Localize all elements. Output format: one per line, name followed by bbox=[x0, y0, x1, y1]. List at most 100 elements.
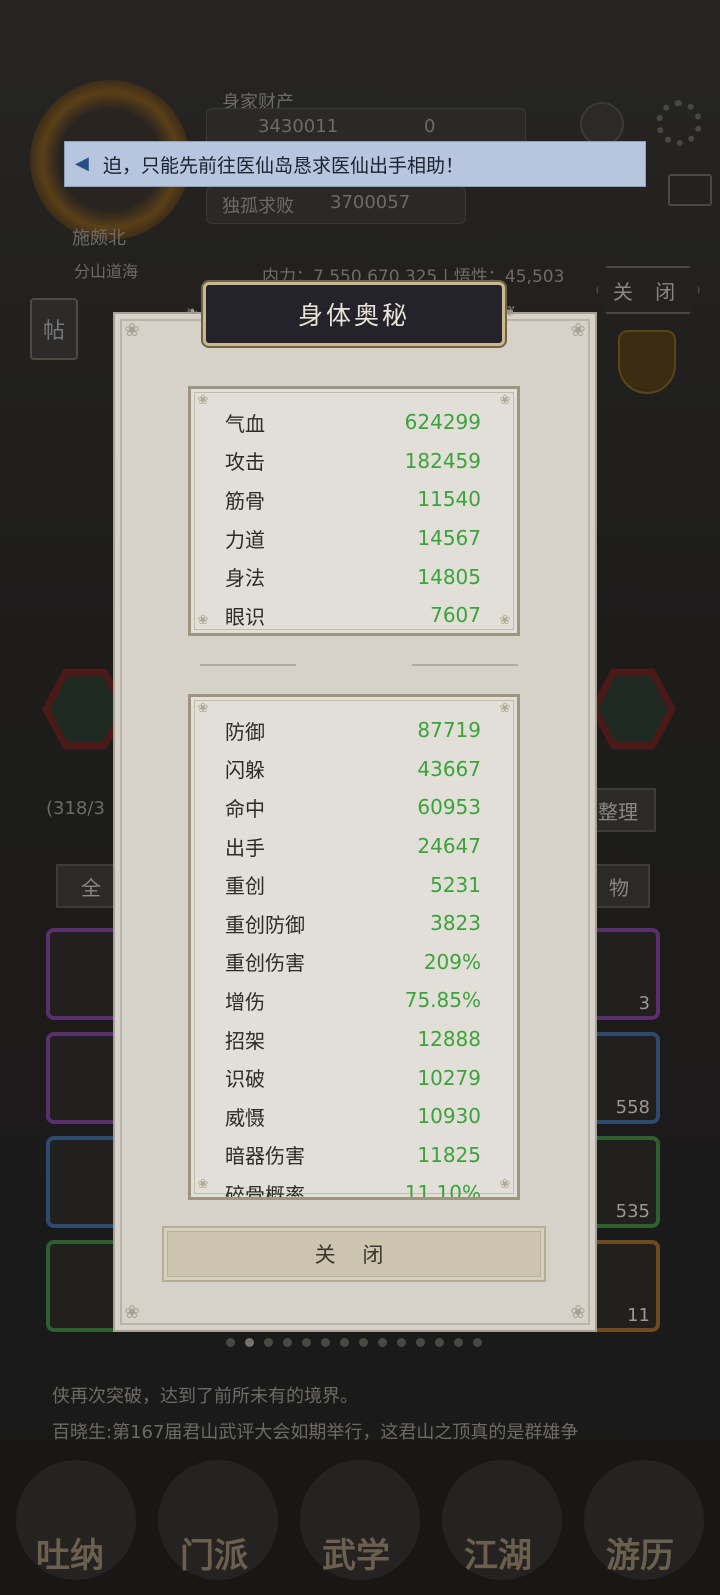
stat-label: 暗器伤害 bbox=[225, 1144, 305, 1169]
mail-icon[interactable] bbox=[668, 174, 712, 206]
tab-items[interactable]: 物 bbox=[588, 864, 650, 908]
stat-row-hp: 气血 624299 bbox=[225, 403, 481, 442]
stat-row-crit: 重创 5231 bbox=[225, 865, 481, 904]
stat-value: 624299 bbox=[404, 410, 481, 435]
corner-ornament: ❀ bbox=[570, 1302, 586, 1323]
nav-label: 游历 bbox=[606, 1536, 674, 1576]
corner-ornament: ❀ bbox=[197, 1177, 209, 1192]
stat-value: 60953 bbox=[417, 795, 481, 820]
slot-count: 558 bbox=[615, 1097, 650, 1118]
stat-row-damage-bonus: 增伤 75.85% bbox=[225, 981, 481, 1020]
stat-row-insight: 眼识 7607 bbox=[225, 596, 481, 633]
stat-value: 87719 bbox=[417, 718, 481, 743]
stat-value: 75.85% bbox=[404, 988, 481, 1013]
stat-value: 10930 bbox=[417, 1104, 481, 1129]
amulet-icon[interactable] bbox=[618, 330, 676, 394]
corner-ornament: ❀ bbox=[570, 320, 586, 341]
stat-label: 识破 bbox=[225, 1067, 265, 1092]
slot-count: 11 bbox=[627, 1305, 650, 1326]
coin-count: 3430011 bbox=[258, 116, 339, 137]
close-button[interactable]: 关 闭 bbox=[162, 1226, 546, 1282]
player-name: 施颇北 bbox=[72, 228, 126, 249]
stat-row-dodge: 闪躲 43667 bbox=[225, 750, 481, 789]
stat-label: 碎骨概率 bbox=[225, 1182, 305, 1200]
stat-label: 筋骨 bbox=[225, 488, 265, 513]
advanced-stats-panel[interactable]: ❀ ❀ ❀ ❀ 防御 87719 闪躲 43667 命中 60953 出手 24647 … bbox=[188, 694, 520, 1200]
corner-ornament: ❀ bbox=[499, 701, 511, 716]
stat-value: 14567 bbox=[417, 526, 481, 551]
taiji-icon[interactable] bbox=[580, 102, 624, 146]
stat-row-bone-break: 碎骨概率 11.10% bbox=[225, 1174, 481, 1200]
ranking-score: 3700057 bbox=[330, 192, 411, 213]
stat-label: 重创 bbox=[225, 874, 265, 899]
stat-value: 14805 bbox=[417, 564, 481, 589]
corner-ornament: ❀ bbox=[499, 1177, 511, 1192]
gear-icon[interactable] bbox=[656, 100, 702, 146]
stat-row-agility: 身法 14805 bbox=[225, 557, 481, 596]
stat-label: 命中 bbox=[225, 796, 265, 821]
page-indicator bbox=[226, 1338, 482, 1347]
stat-row-speed: 出手 24647 bbox=[225, 827, 481, 866]
stat-value: 209% bbox=[423, 949, 481, 974]
corner-ornament: ❀ bbox=[499, 613, 511, 628]
megaphone-icon: ◀ bbox=[75, 153, 89, 174]
corner-ornament: ❀ bbox=[124, 320, 140, 341]
ticket-count: 0 bbox=[424, 116, 436, 137]
slot-count: 535 bbox=[615, 1201, 650, 1222]
stat-label: 眼识 bbox=[225, 604, 265, 629]
stat-label: 增伤 bbox=[225, 989, 265, 1014]
dialog-title: 身体奥秘 bbox=[203, 282, 505, 346]
stat-label: 攻击 bbox=[225, 450, 265, 475]
stat-label: 力道 bbox=[225, 527, 265, 552]
stat-row-defense: 防御 87719 bbox=[225, 711, 481, 750]
stat-label: 威慑 bbox=[225, 1105, 265, 1130]
basic-stats-panel: ❀ ❀ ❀ ❀ 气血 624299 攻击 182459 筋骨 11540 力道 1456… bbox=[188, 386, 520, 636]
stat-label: 重创伤害 bbox=[225, 951, 305, 976]
corner-ornament: ❀ bbox=[124, 1302, 140, 1323]
sect-tag: 分山道海 bbox=[74, 262, 139, 281]
log-line: 侠再次突破，达到了前所未有的境界。 bbox=[52, 1386, 358, 1407]
stat-value: 11540 bbox=[417, 487, 481, 512]
background-close-button[interactable]: 关 闭 bbox=[596, 266, 700, 314]
stat-value: 3823 bbox=[430, 911, 481, 936]
stat-value: 10279 bbox=[417, 1065, 481, 1090]
stat-row-intimidate: 威慑 10930 bbox=[225, 1097, 481, 1136]
stat-label: 招架 bbox=[225, 1028, 265, 1053]
nav-label: 武学 bbox=[322, 1536, 390, 1576]
stat-label: 出手 bbox=[225, 835, 265, 860]
stat-value: 11.10% bbox=[404, 1181, 481, 1200]
stat-value: 24647 bbox=[417, 834, 481, 859]
notice-banner: ◀ 迫，只能先前往医仙岛恳求医仙出手相助！ bbox=[64, 141, 646, 187]
nav-label: 门派 bbox=[180, 1536, 248, 1576]
bag-count: (318/3 bbox=[46, 798, 105, 819]
stat-value: 11825 bbox=[417, 1142, 481, 1167]
stat-label: 闪躲 bbox=[225, 758, 265, 783]
nav-label: 江湖 bbox=[464, 1536, 532, 1576]
stat-row-strength: 力道 14567 bbox=[225, 519, 481, 558]
stat-row-bone: 筋骨 11540 bbox=[225, 480, 481, 519]
stat-row-attack: 攻击 182459 bbox=[225, 442, 481, 481]
stat-label: 气血 bbox=[225, 411, 265, 436]
slot-count: 3 bbox=[638, 993, 650, 1014]
title-ornament-right: ❦ bbox=[504, 304, 516, 320]
stat-row-crit-damage: 重创伤害 209% bbox=[225, 943, 481, 982]
stat-value: 5231 bbox=[430, 872, 481, 897]
corner-ornament: ❀ bbox=[197, 613, 209, 628]
notice-text: 迫，只能先前往医仙岛恳求医仙出手相助！ bbox=[103, 154, 465, 177]
stat-row-hit: 命中 60953 bbox=[225, 788, 481, 827]
tie-badge-button[interactable]: 帖 bbox=[30, 298, 78, 360]
stat-value: 12888 bbox=[417, 1027, 481, 1052]
stat-label: 防御 bbox=[225, 719, 265, 744]
stat-value: 182459 bbox=[404, 448, 481, 473]
stat-row-parry: 招架 12888 bbox=[225, 1020, 481, 1059]
ranking-name: 独孤求败 bbox=[222, 196, 294, 217]
stat-value: 7607 bbox=[430, 603, 481, 628]
corner-ornament: ❀ bbox=[197, 701, 209, 716]
stat-label: 重创防御 bbox=[225, 912, 305, 937]
stat-row-hidden-weapon: 暗器伤害 11825 bbox=[225, 1136, 481, 1175]
nav-label: 吐纳 bbox=[36, 1536, 104, 1576]
stat-label: 身法 bbox=[225, 566, 265, 591]
corner-ornament: ❀ bbox=[197, 393, 209, 408]
corner-ornament: ❀ bbox=[499, 393, 511, 408]
stat-row-see-through: 识破 10279 bbox=[225, 1058, 481, 1097]
